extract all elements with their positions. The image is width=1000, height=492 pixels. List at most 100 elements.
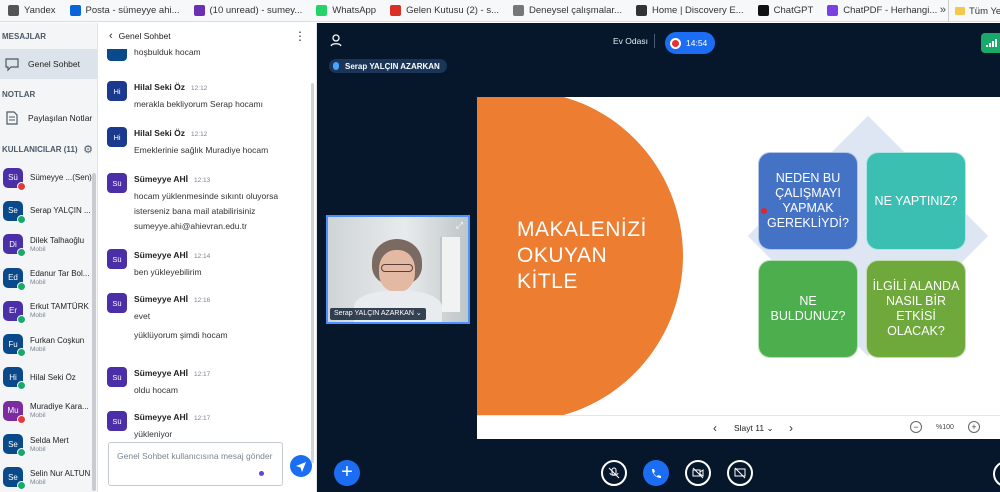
bookmark-item[interactable]: ChatPDF - Herhangi... — [827, 5, 937, 16]
avatar: Se — [3, 467, 26, 491]
recording-indicator[interactable]: 14:54 — [665, 32, 715, 54]
chat-icon — [5, 58, 19, 72]
room-title: Ev Odası — [613, 36, 648, 46]
avatar: Mu — [3, 400, 26, 424]
slide-select[interactable]: Slayt 11 ⌄ — [734, 423, 774, 434]
bookmark-favicon-icon — [193, 5, 205, 16]
bookmark-item[interactable]: (10 unread) - sumey... — [193, 5, 303, 16]
gear-icon[interactable]: ⚙ — [83, 143, 93, 156]
bookmark-item[interactable]: Home | Discovery E... — [635, 5, 744, 16]
sidebar-item-public-chat[interactable]: Genel Sohbet — [0, 49, 97, 79]
bookmark-label: Deneysel çalışmalar... — [529, 5, 622, 16]
bookmark-label: Home | Discovery E... — [651, 5, 744, 16]
message-header: Sümeyye AHİ 12:17 — [134, 368, 210, 379]
user-list-item[interactable]: Se Serap YALÇIN ... — [0, 194, 97, 227]
microphone-off-icon — [608, 467, 620, 479]
avatar: Fu — [3, 334, 26, 358]
chat-message: Hi Hilal Seki Öz 12:12 Emeklerinie sağlık M… — [107, 127, 307, 158]
laser-pointer — [761, 208, 767, 214]
bookmark-item[interactable]: Posta - sümeyye ahi... — [69, 5, 180, 16]
message-header: Sümeyye AHİ 12:17 — [134, 412, 210, 423]
avatar: Se — [3, 200, 26, 224]
message-text: sumeyye.ahi@ahievran.edu.tr — [134, 221, 248, 231]
avatar-initials: Se — [8, 472, 18, 482]
sidebar-item-label: Paylaşılan Notlar — [28, 113, 93, 123]
bookmark-item[interactable]: Deneysel çalışmalar... — [513, 5, 622, 16]
user-list-item[interactable]: Mu Muradiye Kara... Mobil — [0, 394, 97, 427]
bookmark-favicon-icon — [827, 5, 839, 16]
slide-title: MAKALENİZİ OKUYAN KİTLE — [517, 217, 647, 295]
avatar: Sü — [107, 367, 127, 387]
connection-status-icon[interactable] — [981, 33, 1000, 53]
next-slide-button[interactable]: › — [789, 421, 793, 435]
sidebar-scrollbar[interactable] — [92, 173, 96, 491]
chat-message: Sü Sümeyye AHİ 12:17 oldu hocam — [107, 367, 307, 398]
zoom-out-button[interactable]: − — [910, 421, 922, 433]
all-bookmarks-label: Tüm Yer İmleri — [969, 5, 1000, 17]
send-button[interactable] — [290, 455, 312, 477]
message-input[interactable]: Genel Sohbet kullanıcısına mesaj gönder — [108, 442, 283, 486]
user-role: Mobil — [30, 478, 46, 486]
audio-status-icon — [17, 281, 26, 291]
avatar-initials: Di — [9, 239, 17, 249]
chevron-left-icon[interactable]: ‹ — [109, 30, 113, 42]
sidebar-item-shared-notes[interactable]: Paylaşılan Notlar — [0, 103, 97, 133]
user-list-item[interactable]: Se Selin Nur ALTUN Mobil — [0, 461, 97, 492]
user-list-item[interactable]: Di Dilek Talhaoğlu Mobil — [0, 228, 97, 261]
message-header: Sümeyye AHİ 12:16 — [134, 294, 210, 305]
user-list-item[interactable]: Se Selda Mert Mobil — [0, 427, 97, 460]
more-controls-button[interactable] — [993, 461, 1000, 487]
user-info: Sümeyye ...(Sen) — [30, 173, 92, 182]
actions-button[interactable]: + — [334, 460, 360, 486]
bookmark-label: (10 unread) - sumey... — [209, 5, 303, 16]
message-header: Sümeyye AHİ 12:14 — [134, 250, 210, 261]
presenter-name: Serap YALÇIN AZARKAN — [345, 61, 440, 71]
all-bookmarks-button[interactable]: Tüm Yer İmleri — [948, 0, 1000, 22]
webcam-video[interactable]: Serap YALÇIN AZARKAN ⌄ ⤢ — [326, 215, 470, 324]
message-sender: Sümeyye AHİ — [134, 174, 189, 184]
avatar-initials: Fu — [8, 339, 18, 349]
bookmark-item[interactable]: WhatsApp — [316, 5, 376, 16]
user-list-item[interactable]: Hi Hilal Seki Öz — [0, 361, 97, 394]
avatar-initials: Sü — [8, 173, 18, 183]
leave-audio-button[interactable] — [643, 460, 669, 486]
audio-status-icon — [17, 448, 26, 458]
message-header: Sümeyye AHİ 12:13 — [134, 174, 210, 185]
user-name: Selda Mert — [30, 435, 69, 445]
user-list: Sü Sümeyye ...(Sen) Se Serap YALÇIN ... Di Di… — [0, 161, 97, 492]
message-sender: Sümeyye AHİ — [134, 294, 189, 304]
camera-off-icon — [692, 467, 704, 479]
bookmark-item[interactable]: Gelen Kutusu (2) - s... — [390, 5, 499, 16]
talking-indicator: Serap YALÇIN AZARKAN — [329, 59, 447, 73]
presentation-slide: MAKALENİZİ OKUYAN KİTLE NEDEN BU ÇALIŞMA… — [477, 97, 1000, 415]
previous-slide-button[interactable]: ‹ — [713, 421, 717, 435]
screen-share-button[interactable] — [727, 460, 753, 486]
chat-scrollbar[interactable] — [311, 83, 314, 463]
action-bar: + — [317, 453, 1000, 492]
camera-button[interactable] — [685, 460, 711, 486]
user-list-item[interactable]: Er Erkut TAMTÜRK Mobil — [0, 294, 97, 327]
bookmark-item[interactable]: ChatGPT — [757, 5, 813, 16]
user-info: Dilek Talhaoğlu Mobil — [30, 236, 84, 253]
expand-icon[interactable]: ⤢ — [454, 220, 465, 231]
users-heading: KULLANICILAR (11) ⚙ — [0, 141, 97, 157]
message-input-placeholder: Genel Sohbet kullanıcısına mesaj gönder — [117, 451, 273, 461]
zoom-in-button[interactable]: + — [968, 421, 980, 433]
user-list-item[interactable]: Fu Furkan Coşkun Mobil — [0, 327, 97, 360]
screen-share-off-icon — [734, 467, 746, 479]
bookmark-item[interactable]: Yandex — [8, 5, 56, 16]
user-list-item[interactable]: Ed Edanur Tar Bol... Mobil — [0, 261, 97, 294]
bookmark-favicon-icon — [513, 5, 525, 16]
audio-status-icon — [17, 348, 26, 358]
note-icon — [6, 111, 18, 125]
user-toggle-icon[interactable] — [329, 33, 343, 50]
message-text: ben yükleyebilirim — [134, 267, 202, 277]
bookmarks-more-button[interactable]: » — [940, 4, 946, 16]
user-list-item[interactable]: Sü Sümeyye ...(Sen) — [0, 161, 97, 194]
chat-header[interactable]: ‹ Genel Sohbet ⋮ — [99, 23, 316, 49]
more-options-icon[interactable]: ⋮ — [294, 29, 306, 43]
mute-button[interactable] — [601, 460, 627, 486]
user-role: Mobil — [30, 445, 46, 453]
user-name: Dilek Talhaoğlu — [30, 235, 85, 245]
user-info: Muradiye Kara... Mobil — [30, 402, 89, 419]
